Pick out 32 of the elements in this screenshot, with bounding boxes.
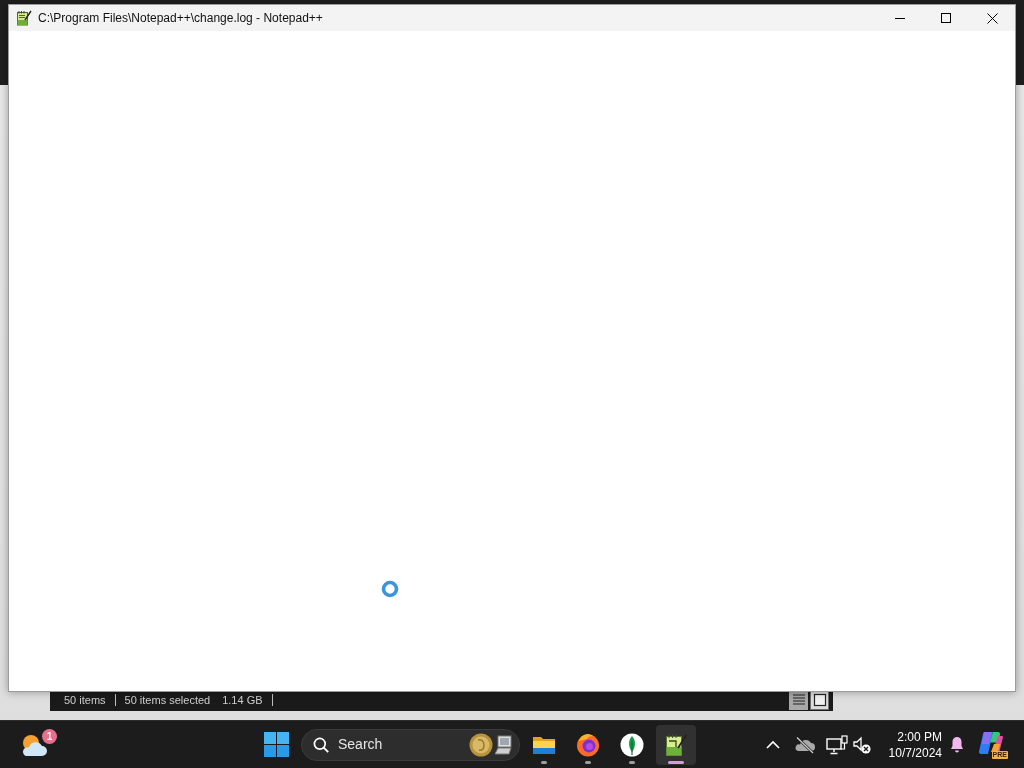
selection-size: 1.14 GB: [222, 692, 263, 708]
item-count: 50 items: [64, 692, 106, 708]
maximize-icon: [941, 13, 951, 23]
selection-count: 50 items selected: [124, 692, 211, 708]
notification-badge: 1: [42, 728, 57, 744]
bell-icon[interactable]: [950, 736, 964, 753]
notepad-icon: [16, 10, 32, 26]
search-field[interactable]: Search: [301, 728, 520, 761]
speaker-muted-icon[interactable]: [853, 735, 871, 754]
clock-time[interactable]: 2:00 PM: [897, 728, 942, 745]
clock-date[interactable]: 10/7/2024: [888, 744, 942, 761]
window-title: C:\Program Files\Notepad++\change.log - Notepad++: [38, 10, 323, 27]
cloud-off-icon[interactable]: [794, 735, 816, 754]
computer-icon: [494, 734, 512, 755]
windows-logo-icon: [263, 732, 289, 757]
search-icon: [313, 736, 329, 753]
leaf-icon: [620, 732, 644, 757]
running-indicator: [629, 760, 635, 764]
coin-icon: [469, 732, 493, 757]
monitor-icon[interactable]: [826, 734, 848, 755]
fox-globe-icon: [576, 732, 600, 757]
search-input[interactable]: Search: [338, 734, 438, 755]
chevron-up-icon[interactable]: [766, 740, 780, 749]
list-icon: [791, 693, 806, 707]
taskbar-app-button[interactable]: [656, 724, 696, 765]
running-indicator: [668, 760, 684, 764]
square-icon: [812, 693, 827, 707]
running-indicator: [541, 760, 547, 764]
notepad-icon: [664, 732, 688, 757]
close-icon: [986, 12, 998, 24]
running-indicator: [585, 760, 591, 764]
busy-cursor-icon: [381, 580, 399, 598]
